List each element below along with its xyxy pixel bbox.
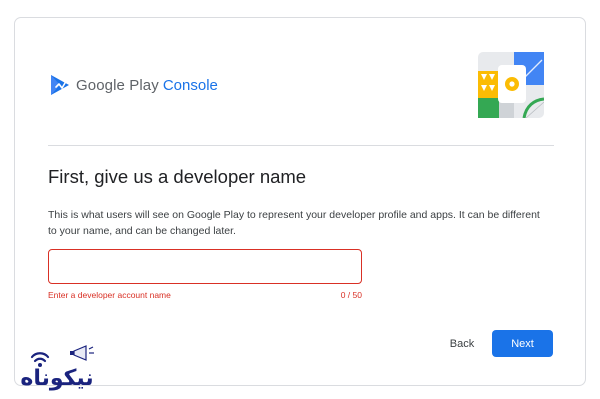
next-button[interactable]: Next <box>492 330 553 357</box>
input-helper-row: Enter a developer account name 0 / 50 <box>48 290 362 300</box>
back-button[interactable]: Back <box>439 332 485 356</box>
page-title: First, give us a developer name <box>48 166 307 187</box>
developer-name-input[interactable] <box>48 249 362 284</box>
page-description: This is what users will see on Google Pl… <box>48 209 540 237</box>
developer-illustration <box>478 52 544 118</box>
site-watermark-logo: نیکوناه <box>20 345 94 391</box>
play-console-logo-icon <box>51 75 69 95</box>
watermark-text: نیکوناه <box>20 366 93 391</box>
error-message: Enter a developer account name <box>48 290 171 300</box>
signup-card: Google Play Console First, give us a dev… <box>14 17 586 386</box>
header-divider <box>48 145 554 146</box>
logo-text-console: Console <box>162 76 218 94</box>
logo-text-google: Google Play <box>76 76 159 94</box>
wifi-megaphone-icon <box>30 345 94 367</box>
play-console-logo: Google Play Console <box>50 74 218 96</box>
character-counter: 0 / 50 <box>340 290 362 300</box>
